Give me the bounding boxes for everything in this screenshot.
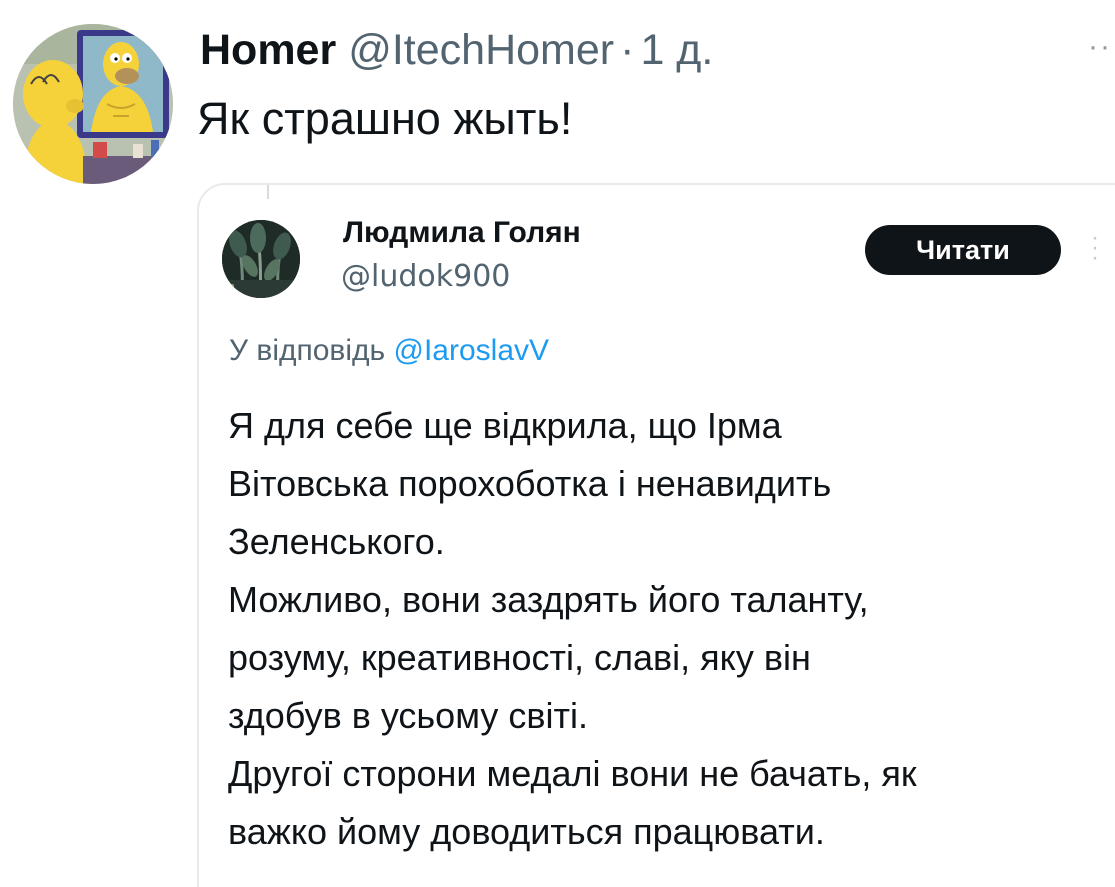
quoted-text-line: Вітовська порохоботка і ненавидить	[228, 463, 832, 504]
more-dots-vertical-icon[interactable]: · · ·	[1091, 226, 1099, 270]
author-display-name[interactable]: Homer	[200, 22, 336, 78]
quoted-author-avatar[interactable]	[222, 220, 300, 298]
tweet-header: Homer @ItechHomer · 1 д.	[200, 22, 713, 78]
thread-line	[267, 185, 269, 199]
more-dots-icon[interactable]: ··	[1088, 30, 1112, 64]
quoted-text-line: Можливо, вони заздрять його таланту,	[228, 579, 869, 620]
quoted-tweet-card[interactable]: Людмила Голян @ludok900 Читати · · · У від…	[197, 183, 1115, 887]
author-handle[interactable]: @ItechHomer	[348, 22, 614, 78]
quoted-text-line: Зеленського.	[228, 521, 445, 562]
author-avatar[interactable]	[13, 24, 173, 184]
quoted-text-line: здобув в усьому світі.	[228, 695, 588, 736]
quoted-tweet-text: Я для себе ще відкрила, що Ірма Вітовськ…	[228, 397, 1115, 861]
reply-context: У відповідь @IaroslavV	[229, 331, 549, 371]
quoted-author-display-name[interactable]: Людмила Голян	[343, 213, 581, 253]
homer-simpson-mirror-avatar	[13, 24, 173, 184]
follow-button[interactable]: Читати	[865, 225, 1061, 275]
quoted-author-handle[interactable]: @ludok900	[341, 257, 510, 297]
tweet-page: Homer @ItechHomer · 1 д. ·· Як страшно ж…	[0, 0, 1115, 887]
quoted-text-line: важко йому доводиться працювати.	[228, 811, 825, 852]
reply-prefix: У відповідь	[229, 334, 386, 367]
tweet-text: Як страшно жыть!	[197, 93, 573, 144]
quoted-text-line: розуму, креативності, славі, яку він	[228, 637, 811, 678]
quoted-text-line: Другої сторони медалі вони не бачать, як	[228, 753, 917, 794]
tweet-timestamp[interactable]: 1 д.	[640, 22, 713, 78]
quoted-text-line: Я для себе ще відкрила, що Ірма	[228, 405, 782, 446]
dark-plant-avatar	[222, 220, 300, 298]
separator-dot: ·	[620, 26, 635, 74]
reply-mention-link[interactable]: @IaroslavV	[394, 334, 550, 367]
